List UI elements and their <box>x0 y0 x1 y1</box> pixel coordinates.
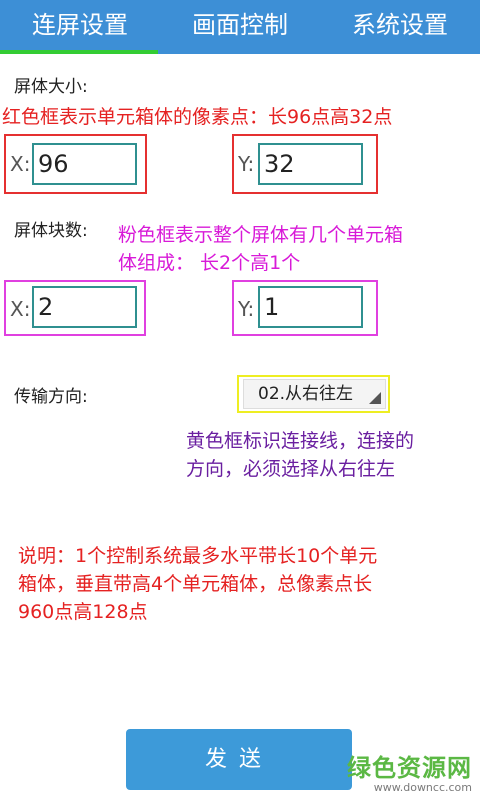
direction-label: 传输方向: <box>14 387 88 407</box>
screen-size-label: 屏体大小: <box>14 77 88 97</box>
active-tab-indicator <box>0 50 158 54</box>
screen-blocks-annotation-line1: 粉色框表示整个屏体有几个单元箱 <box>118 224 404 246</box>
tab-system-settings[interactable]: 系统设置 <box>320 0 480 50</box>
screen-size-y-label: Y: <box>238 152 255 176</box>
direction-select[interactable]: 02.从右往左 <box>243 379 386 409</box>
watermark: 绿色资源网 www.downcc.com <box>347 748 472 794</box>
screen-blocks-x-label: X: <box>10 297 31 321</box>
screen-blocks-x-input[interactable] <box>32 286 137 328</box>
screen-size-x-label: X: <box>10 152 31 176</box>
screen-blocks-y-label: Y: <box>238 297 255 321</box>
screen-blocks-y-input[interactable] <box>258 286 363 328</box>
note-line1: 说明：1个控制系统最多水平带长10个单元 <box>18 545 378 567</box>
screen-blocks-label: 屏体块数: <box>14 221 88 241</box>
note-line3: 960点高128点 <box>18 601 148 623</box>
dropdown-triangle-icon <box>369 392 381 404</box>
tab-display-control[interactable]: 画面控制 <box>160 0 320 50</box>
screen-size-x-input[interactable] <box>32 143 137 185</box>
tab-bar: 连屏设置 画面控制 系统设置 <box>0 0 480 54</box>
direction-selected-value: 02.从右往左 <box>258 384 354 404</box>
watermark-logo: 绿色资源网 <box>347 754 472 782</box>
screen-size-y-input[interactable] <box>258 143 363 185</box>
screen-size-annotation: 红色框表示单元箱体的像素点：长96点高32点 <box>2 106 393 128</box>
screen-blocks-annotation-line2: 体组成： 长2个高1个 <box>118 252 301 274</box>
direction-annotation-line1: 黄色框标识连接线，连接的 <box>186 430 415 452</box>
tab-screen-link-settings[interactable]: 连屏设置 <box>0 0 160 50</box>
direction-annotation-line2: 方向，必须选择从右往左 <box>186 458 396 480</box>
send-button[interactable]: 发送 <box>126 729 352 790</box>
note-line2: 箱体，垂直带高4个单元箱体，总像素点长 <box>18 573 373 595</box>
